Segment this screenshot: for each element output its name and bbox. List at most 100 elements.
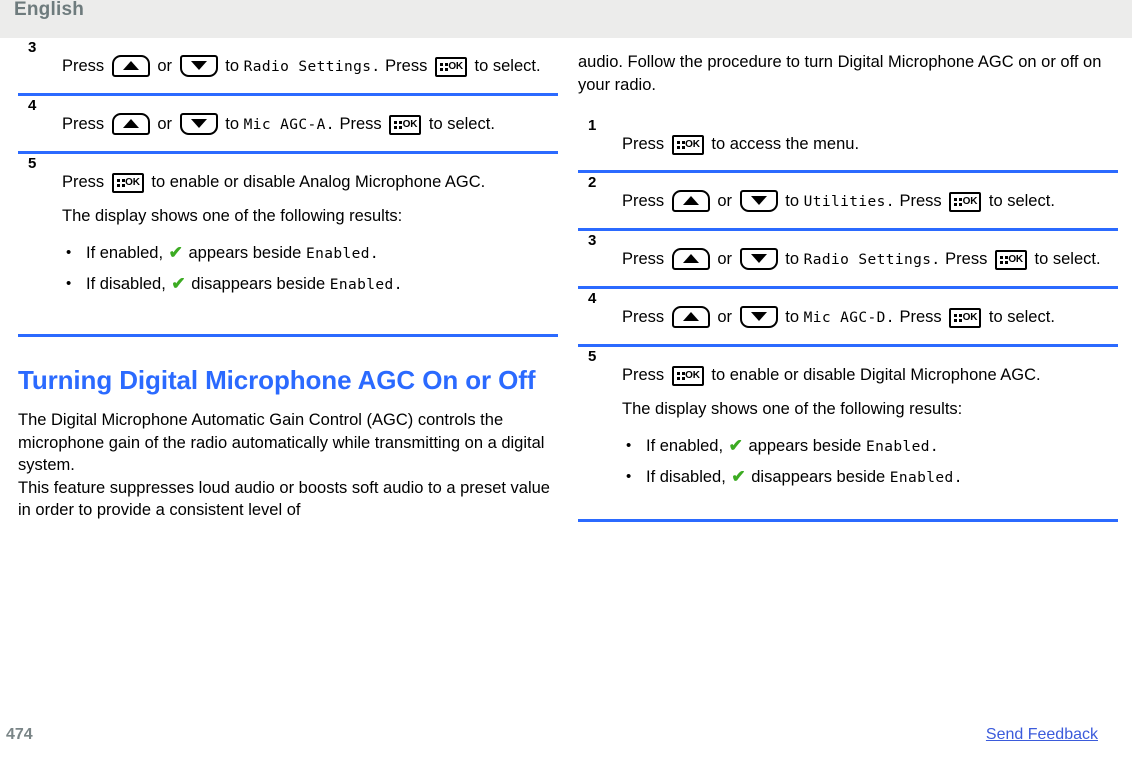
period: . [885,310,895,326]
step-text-to: to [785,308,799,326]
bullet-prefix: If enabled, [646,437,724,455]
step-text: Press OK to access the menu. [622,130,1118,158]
step-text-press: Press [62,173,105,191]
step-text-action: to access the menu. [711,135,860,153]
step-text-press: Press [62,115,105,133]
ok-key-icon[interactable]: OK [434,57,467,77]
section-heading: Turning Digital Microphone AGC On or Off [18,365,536,395]
step-item: 5 Press OK to enable or disable Digital … [578,347,1118,519]
menu-item-name: Utilities [803,194,886,210]
step-item: 3 Press or to Radio Settings. Press OK t… [18,38,558,93]
period: . [369,246,379,262]
step-text-press: Press [622,135,665,153]
step-text: Press or to Utilities. Press OK to selec… [622,187,1118,216]
up-arrow-key-icon[interactable] [671,248,710,270]
bullet-middle: appears beside [188,244,302,262]
ok-key-icon[interactable]: OK [949,192,982,212]
up-arrow-key-icon[interactable] [111,55,150,77]
step-text-press-2: Press [339,115,382,133]
bullet-prefix: If disabled, [86,275,166,293]
period: . [931,252,941,268]
up-arrow-key-icon[interactable] [111,113,150,135]
ok-key-icon[interactable]: OK [994,250,1027,270]
step-text-to-select: to select. [428,115,495,133]
green-checkmark-icon: ✔ [168,243,183,262]
step-text-press: Press [622,192,665,210]
results-intro: The display shows one of the following r… [62,207,403,225]
step-text-to: to [785,250,799,268]
step-text-to-select: to select. [474,57,541,75]
step-number: 5 [28,155,37,172]
list-item: • If disabled, ✔ disappears beside Enabl… [62,269,558,300]
step-text-press: Press [622,250,665,268]
send-feedback-link[interactable]: Send Feedback [986,726,1098,744]
step-divider [18,334,558,337]
step-text-to: to [225,57,239,75]
step-text: Press or to Radio Settings. Press OK to … [62,52,558,81]
step-text-or: or [157,115,173,133]
results-bullet-list: • If enabled, ✔ appears beside Enabled. … [622,431,1118,493]
header-band: English [0,0,1132,38]
menu-item-name: Enabled [305,246,370,262]
list-item: • If enabled, ✔ appears beside Enabled. [62,238,558,269]
step-text-press-2: Press [899,308,942,326]
ok-key-icon[interactable]: OK [389,115,422,135]
step-number: 3 [28,39,37,56]
list-item: • If enabled, ✔ appears beside Enabled. [622,431,1118,462]
down-arrow-key-icon[interactable] [179,113,218,135]
results-intro: The display shows one of the following r… [622,400,963,418]
step-text-press: Press [62,57,105,75]
down-arrow-key-icon[interactable] [739,190,778,212]
green-checkmark-icon: ✔ [728,436,743,455]
period: . [885,194,895,210]
menu-item-name: Enabled [865,439,930,455]
section-paragraph-1: The Digital Microphone Automatic Gain Co… [18,411,545,474]
step-text-action: to enable or disable Analog Microphone A… [151,173,486,191]
step-text-to-select: to select. [1034,250,1101,268]
bullet-middle: disappears beside [191,275,326,293]
right-step-list: 1 Press OK to access the menu. 2 Press o… [578,116,1118,522]
period: . [929,439,939,455]
page-number: 474 [6,726,33,743]
step-item: 2 Press or to Utilities. Press OK to sel… [578,173,1118,228]
ok-key-icon[interactable]: OK [671,366,704,386]
bullet-icon: • [66,244,72,261]
green-checkmark-icon: ✔ [731,467,746,486]
menu-item-name: Mic AGC-A [243,117,326,133]
step-text-or: or [717,192,733,210]
period: . [371,59,381,75]
ok-key-icon[interactable]: OK [671,135,704,155]
period: . [953,470,963,486]
results-bullet-list: • If enabled, ✔ appears beside Enabled. … [62,238,558,300]
ok-key-icon[interactable]: OK [949,308,982,328]
step-number: 5 [588,348,597,365]
up-arrow-key-icon[interactable] [671,190,710,212]
step-text-to: to [785,192,799,210]
bullet-icon: • [626,468,632,485]
step-number: 1 [588,117,597,134]
bullet-icon: • [66,275,72,292]
menu-item-name: Mic AGC-D [803,310,886,326]
down-arrow-key-icon[interactable] [739,248,778,270]
language-label: English [14,0,85,20]
step-text-to-select: to select. [988,192,1055,210]
continuation-paragraph: audio. Follow the procedure to turn Digi… [578,53,1102,94]
bullet-prefix: If disabled, [646,468,726,486]
step-item: 4 Press or to Mic AGC-D. Press OK to sel… [578,289,1118,344]
period: . [325,117,335,133]
step-number: 2 [588,174,597,191]
step-item: 1 Press OK to access the menu. [578,116,1118,170]
down-arrow-key-icon[interactable] [179,55,218,77]
left-step-list: 3 Press or to Radio Settings. Press OK t… [18,38,558,337]
bullet-prefix: If enabled, [86,244,164,262]
right-column: audio. Follow the procedure to turn Digi… [578,38,1118,522]
step-text-action: to enable or disable Digital Microphone … [711,366,1041,384]
green-checkmark-icon: ✔ [171,274,186,293]
up-arrow-key-icon[interactable] [671,306,710,328]
list-item: • If disabled, ✔ disappears beside Enabl… [622,462,1118,493]
step-text: Press or to Mic AGC-A. Press OK to selec… [62,110,558,139]
step-item: 5 Press OK to enable or disable Analog M… [18,154,558,334]
ok-key-icon[interactable]: OK [111,173,144,193]
bullet-middle: appears beside [748,437,862,455]
down-arrow-key-icon[interactable] [739,306,778,328]
